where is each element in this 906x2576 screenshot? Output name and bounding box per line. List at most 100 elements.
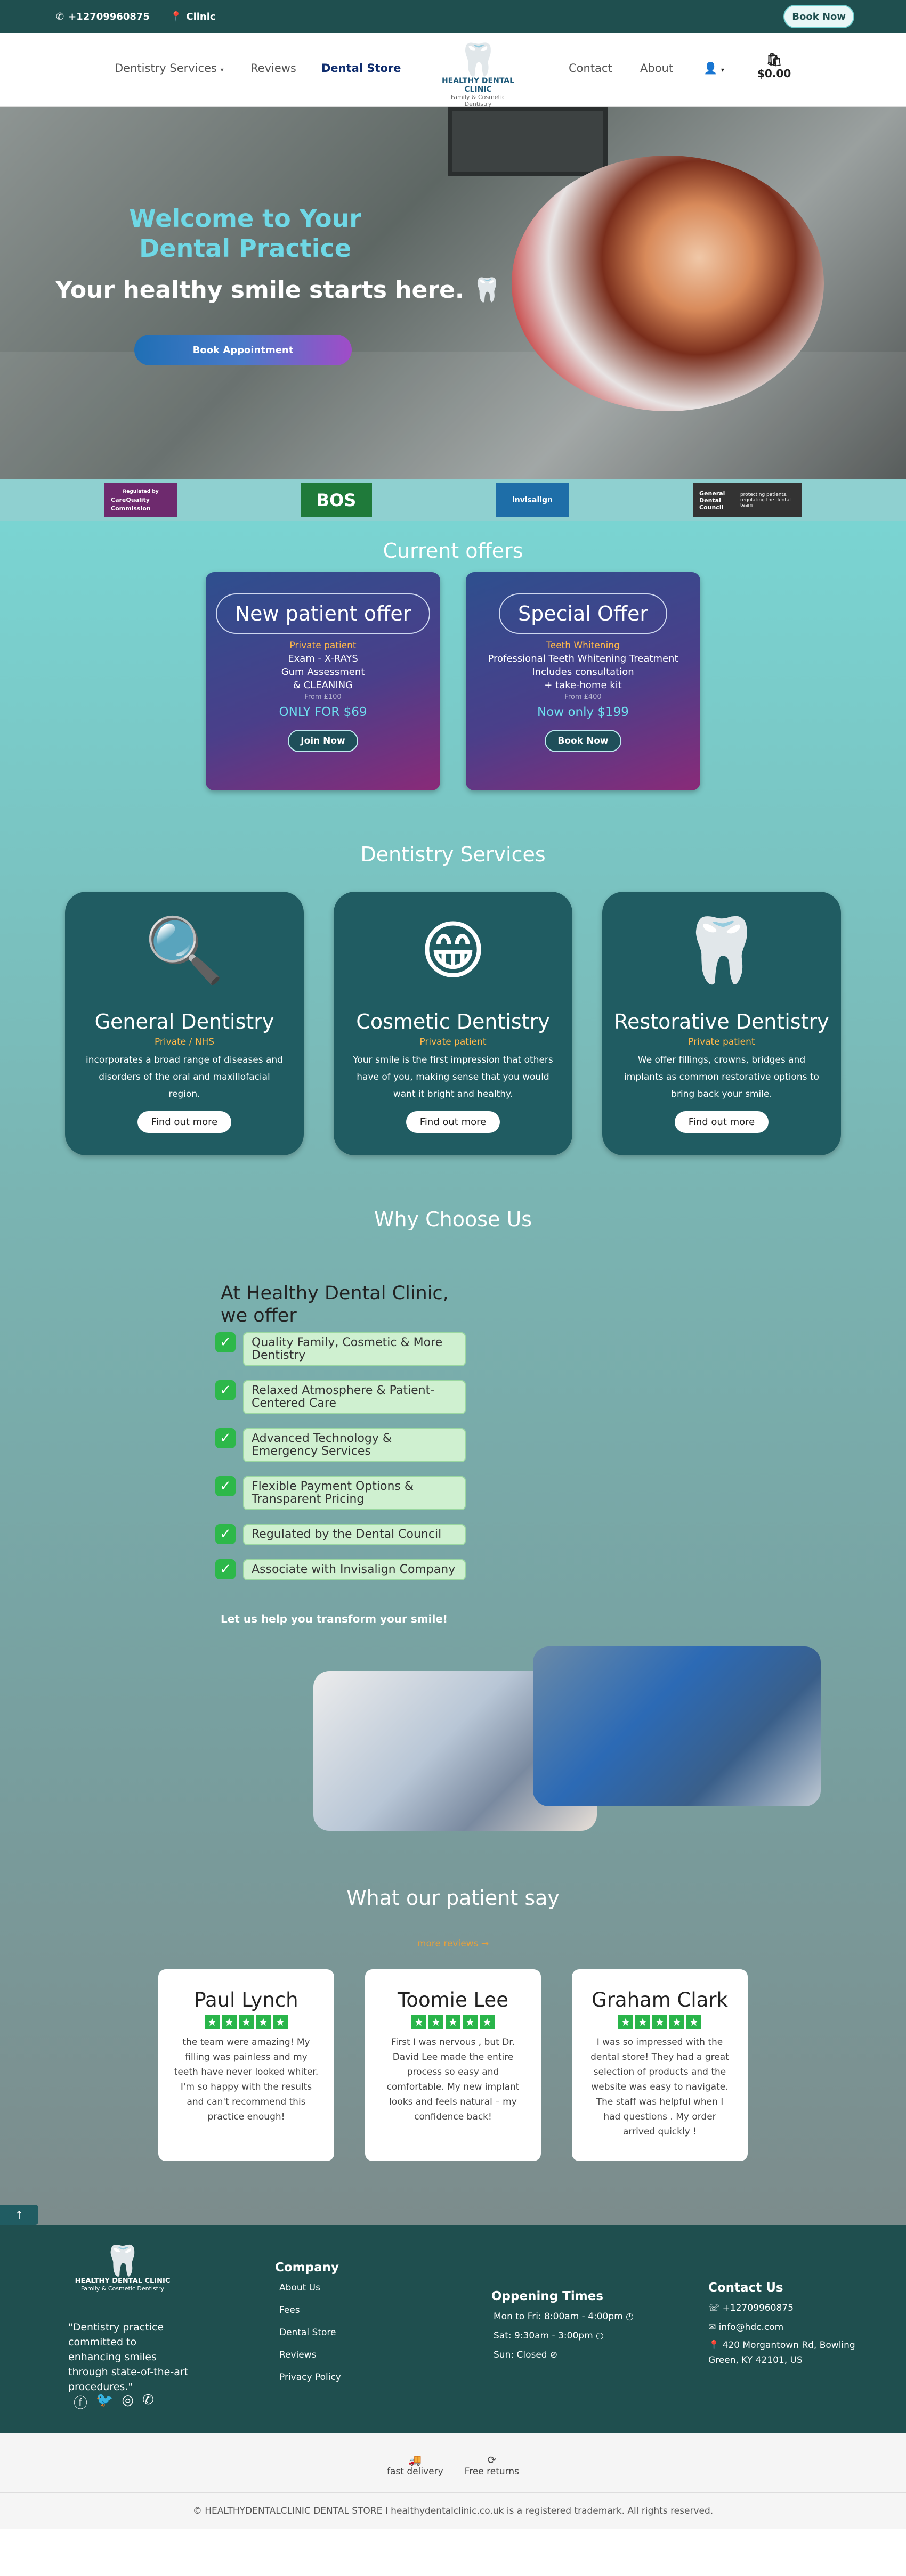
bos-badge: BOS <box>301 483 372 517</box>
footer-link-privacy[interactable]: Privacy Policy <box>275 2369 341 2386</box>
caret-down-icon: ▾ <box>721 66 724 74</box>
star-icon: ★ <box>669 2015 684 2029</box>
find-out-more-button[interactable]: Find out more <box>674 1111 769 1133</box>
footer-link-about[interactable]: About Us <box>275 2279 341 2296</box>
star-icon: ★ <box>222 2015 237 2029</box>
envelope-icon: ✉ <box>708 2322 716 2333</box>
offers-title: Current offers <box>383 539 523 563</box>
star-rating: ★ ★ ★ ★ ★ <box>365 2015 541 2029</box>
why-intro: At Healthy Dental Clinic, we offer <box>221 1283 449 1326</box>
checkmark-icon: ✓ <box>215 1428 236 1448</box>
star-icon: ★ <box>635 2015 650 2029</box>
footer-link-store[interactable]: Dental Store <box>275 2324 341 2341</box>
service-strip: 🚚 fast delivery ⟳ Free returns <box>0 2433 906 2492</box>
user-icon: 👤 <box>703 62 718 75</box>
truck-icon: 🚚 <box>408 2453 422 2466</box>
nav-about[interactable]: About <box>640 62 673 75</box>
service-card-cosmetic: 😁 Cosmetic Dentistry Private patient You… <box>334 892 572 1155</box>
service-card-general: 🔍 General Dentistry Private / NHS incorp… <box>65 892 304 1155</box>
more-reviews-link[interactable]: more reviews → <box>417 1938 489 1949</box>
phone-icon: ✆ <box>56 11 64 22</box>
accreditation-strip: Regulated by CareQuality Commission BOS i… <box>0 479 906 521</box>
offer-card: New patient offer Private patient Exam -… <box>206 572 440 790</box>
nav-dental-store[interactable]: Dental Store <box>321 62 401 75</box>
cart[interactable]: 🛍 $0.00 <box>757 52 791 80</box>
hero-title: Welcome to Your Dental Practice <box>129 204 361 263</box>
instagram-icon[interactable]: ◎ <box>122 2392 134 2412</box>
book-now-offer-button[interactable]: Book Now <box>545 730 621 752</box>
service-card-restorative: 🦷 Restorative Dentistry Private patient … <box>602 892 841 1155</box>
footer-logo[interactable]: 🦷 HEALTHY DENTAL CLINIC Family & Cosmeti… <box>69 2245 176 2293</box>
tooth-logo-icon: 🦷 <box>458 41 498 78</box>
child-brushing-photo <box>533 1646 821 1806</box>
why-item: ✓ Regulated by the Dental Council <box>215 1524 466 1545</box>
reviews-section: What our patient say more reviews → Paul… <box>0 1886 906 2161</box>
star-icon: ★ <box>428 2015 443 2029</box>
offers-row: New patient offer Private patient Exam -… <box>0 572 906 790</box>
nav-reviews[interactable]: Reviews <box>250 62 296 75</box>
social-links: ⓕ 🐦 ◎ ✆ <box>74 2392 154 2412</box>
star-rating: ★ ★ ★ ★ ★ <box>572 2015 748 2029</box>
why-choose-us: At Healthy Dental Clinic, we offer ✓ Qual… <box>0 1231 906 1646</box>
why-item: ✓ Advanced Technology & Emergency Service… <box>215 1428 466 1462</box>
footer-company: Company About Us Fees Dental Store Revie… <box>275 2259 341 2386</box>
book-now-button[interactable]: Book Now <box>783 5 854 28</box>
gdc-badge: General Dental Council protecting patient… <box>693 483 802 517</box>
review-cards: Paul Lynch ★ ★ ★ ★ ★ the team were amazing! … <box>0 1969 906 2161</box>
star-icon: ★ <box>256 2015 271 2029</box>
user-menu[interactable]: 👤 ▾ <box>703 62 724 75</box>
star-icon: ★ <box>411 2015 426 2029</box>
book-appointment-button[interactable]: Book Appointment <box>134 335 352 365</box>
cart-icon: 🛍 <box>766 52 782 67</box>
why-item: ✓ Relaxed Atmosphere & Patient-Centered C… <box>215 1380 466 1414</box>
star-icon: ★ <box>446 2015 460 2029</box>
phone-contact[interactable]: ✆ +12709960875 <box>56 11 150 22</box>
caret-down-icon: ▾ <box>220 66 224 74</box>
star-rating: ★ ★ ★ ★ ★ <box>158 2015 334 2029</box>
smile-mirror-icon: 😁 <box>419 914 487 988</box>
checkmark-icon: ✓ <box>215 1476 236 1496</box>
review-card: Graham Clark ★ ★ ★ ★ ★ I was so impressed wi… <box>572 1969 748 2161</box>
clinic-location[interactable]: 📍 Clinic <box>170 11 216 22</box>
tooth-emoji: 🦷 <box>472 276 501 304</box>
star-icon: ★ <box>205 2015 220 2029</box>
star-icon: ★ <box>618 2015 633 2029</box>
footer-quote: "Dentistry practice committed to enhanci… <box>68 2321 189 2393</box>
top-bar: ✆ +12709960875 📍 Clinic Book Now <box>0 0 906 33</box>
map-pin-icon: 📍 <box>169 11 182 22</box>
nav-dentistry-services[interactable]: Dentistry Services ▾ <box>115 62 224 75</box>
checkmark-icon: ✓ <box>215 1559 236 1579</box>
footer-phone[interactable]: ☏ +12709960875 <box>708 2300 868 2317</box>
why-item: ✓ Associate with Invisalign Company <box>215 1559 466 1580</box>
dental-implant-icon: 🦷 <box>682 914 762 988</box>
find-out-more-button[interactable]: Find out more <box>137 1111 232 1133</box>
join-now-button[interactable]: Join Now <box>288 730 358 752</box>
footer-email[interactable]: ✉ info@hdc.com <box>708 2319 868 2336</box>
nav-contact[interactable]: Contact <box>569 62 612 75</box>
facebook-icon[interactable]: ⓕ <box>74 2392 87 2412</box>
scroll-to-top-button[interactable]: ↑ <box>0 2205 38 2225</box>
closed-icon: ⊘ <box>549 2350 558 2360</box>
copyright: © HEALTHYDENTALCLINIC DENTAL STORE I hea… <box>0 2492 906 2529</box>
refresh-icon: ⟳ <box>487 2453 497 2466</box>
footer-link-fees[interactable]: Fees <box>275 2302 341 2319</box>
star-icon: ★ <box>273 2015 288 2029</box>
twitter-icon[interactable]: 🐦 <box>96 2392 113 2412</box>
hero-subtitle: Your healthy smile starts here. 🦷 <box>55 276 501 304</box>
why-title: Why Choose Us <box>374 1208 532 1231</box>
tooth-magnifier-icon: 🔍 <box>144 914 224 988</box>
footer: 🦷 HEALTHY DENTAL CLINIC Family & Cosmeti… <box>0 2225 906 2433</box>
footer-link-reviews[interactable]: Reviews <box>275 2346 341 2363</box>
phone-icon: ☏ <box>708 2303 720 2313</box>
why-item: ✓ Flexible Payment Options & Transparent … <box>215 1476 466 1510</box>
arrow-up-icon: ↑ <box>14 2208 24 2221</box>
hero-monitor-graphic <box>448 107 608 176</box>
clinic-photos <box>0 1646 906 1886</box>
review-card: Paul Lynch ★ ★ ★ ★ ★ the team were amazing! … <box>158 1969 334 2161</box>
site-logo[interactable]: 🦷 HEALTHY DENTAL CLINIC Family & Cosmeti… <box>438 43 518 108</box>
services-title: Dentistry Services <box>360 843 546 866</box>
find-out-more-button[interactable]: Find out more <box>406 1111 500 1133</box>
reviews-title: What our patient say <box>346 1886 560 1910</box>
whatsapp-icon[interactable]: ✆ <box>142 2392 154 2412</box>
checkmark-icon: ✓ <box>215 1332 236 1352</box>
